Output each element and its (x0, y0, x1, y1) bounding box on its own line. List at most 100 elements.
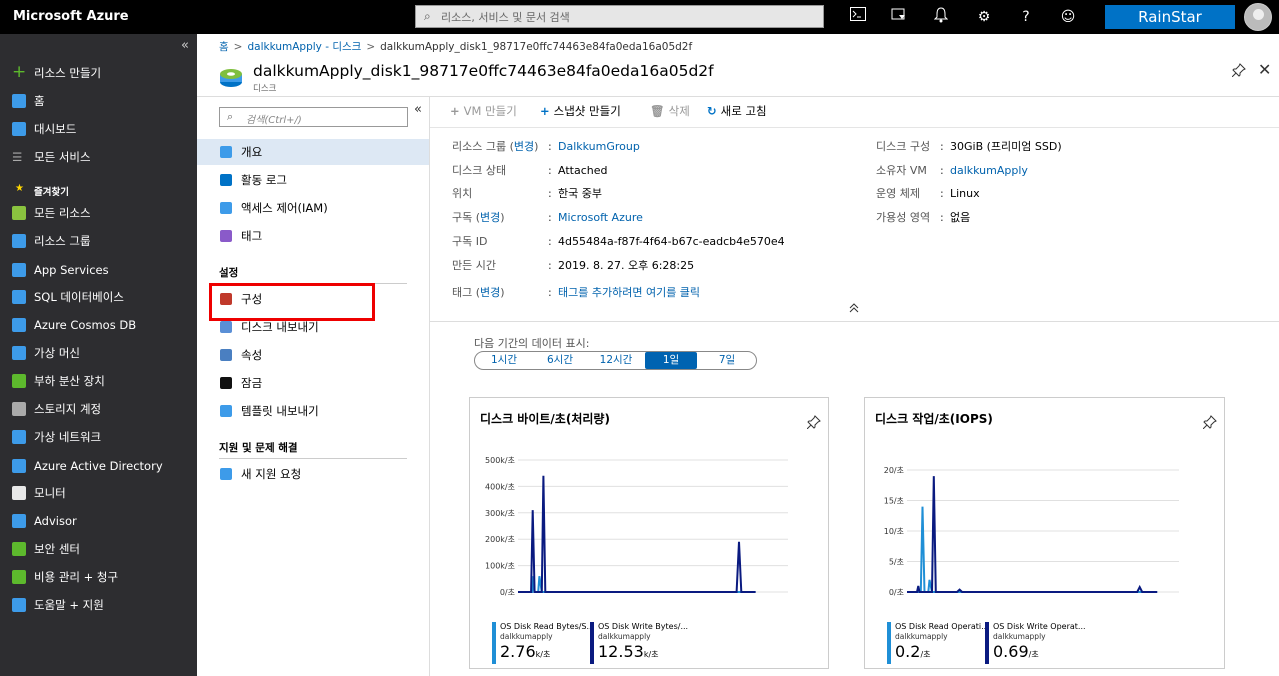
close-icon[interactable]: ✕ (1258, 60, 1271, 79)
resource-menu-search-placeholder: 검색(Ctrl+/) (246, 115, 302, 126)
lock-icon (220, 377, 232, 389)
legend-name: OS Disk Read Bytes/S... (500, 622, 595, 631)
refresh-button[interactable]: ↻ 새로 고침 (707, 103, 767, 119)
change-link[interactable]: 변경 (514, 140, 534, 153)
nav-item-resource-group[interactable]: 리소스 그룹 (0, 230, 197, 252)
legend-resource: dalkkumapply (993, 632, 1046, 641)
nav-item-advisor[interactable]: Advisor (0, 510, 197, 532)
collapse-nav-button[interactable]: « (181, 38, 189, 53)
property-value[interactable]: dalkkumApply (950, 164, 1028, 177)
property-row: 운영 체제: Linux (876, 187, 980, 200)
nav-item-sql[interactable]: SQL 데이터베이스 (0, 286, 197, 308)
property-value: 30GiB (프리미엄 SSD) (950, 140, 1062, 153)
nav-item-label: App Services (34, 263, 109, 277)
pin-icon[interactable] (806, 415, 821, 433)
breadcrumb-parent[interactable]: dalkkumApply - 디스크 (247, 41, 361, 53)
delete-button[interactable]: 🗑 삭제 (650, 103, 690, 119)
dashboard-icon (12, 122, 26, 136)
property-value: Linux (950, 187, 980, 200)
nav-item-vm[interactable]: 가상 머신 (0, 342, 197, 364)
gear-icon[interactable]: ⚙ (974, 7, 994, 27)
collapse-menu-button[interactable]: « (414, 102, 422, 117)
create-vm-button[interactable]: + VM 만들기 (450, 103, 517, 119)
brand-title[interactable]: Microsoft Azure (13, 9, 129, 24)
command-toolbar: + VM 만들기 + 스냅샷 만들기 🗑 삭제 ↻ 새로 고침 (430, 97, 1279, 128)
cost-icon (12, 570, 26, 584)
nav-item-cost[interactable]: 비용 관리 + 청구 (0, 566, 197, 588)
iops-chart-tile[interactable]: 디스크 작업/초(IOPS) 0/초5/초10/초15/초20/초오후 12시오… (864, 397, 1225, 669)
menu-item-label: 템플릿 내보내기 (241, 404, 319, 418)
nav-item-grid[interactable]: 모든 리소스 (0, 202, 197, 224)
y-tick-label: 300k/초 (485, 509, 515, 518)
legend-value: 2.76 (500, 642, 536, 661)
period-option[interactable]: 1일 (645, 352, 697, 369)
directory-filter-icon[interactable] (889, 7, 909, 27)
property-value[interactable]: 태그를 추가하려면 여기를 클릭 (558, 286, 700, 299)
user-account-button[interactable]: RainStar (1105, 5, 1235, 29)
legend-name: OS Disk Write Operat... (993, 622, 1086, 631)
change-link[interactable]: 변경 (480, 211, 500, 224)
nav-item-help-support[interactable]: 도움말 + 지원 (0, 594, 197, 616)
nav-item-home[interactable]: 홈 (0, 90, 197, 112)
menu-item-support-request[interactable]: 새 지원 요청 (197, 461, 429, 487)
property-label: 구독 ID (452, 233, 548, 249)
global-search-input[interactable]: ⌕ 리소스, 서비스 및 문서 검색 (415, 5, 824, 28)
page-title: dalkkumApply_disk1_98717e0ffc74463e84fa0… (253, 62, 714, 80)
nav-item-label: 홈 (34, 94, 45, 108)
nav-item-aad[interactable]: Azure Active Directory (0, 455, 197, 477)
property-value: 2019. 8. 27. 오후 6:28:25 (558, 259, 695, 272)
menu-item-overview[interactable]: 개요 (197, 139, 429, 165)
nav-item-list[interactable]: ☰ 모든 서비스 (0, 146, 197, 168)
nav-item-label: 도움말 + 지원 (34, 598, 104, 612)
legend-color-bar (887, 622, 891, 664)
menu-item-iam[interactable]: 액세스 제어(IAM) (197, 195, 429, 221)
essentials-divider (430, 321, 1279, 322)
menu-item-lock[interactable]: 잠금 (197, 370, 429, 396)
nav-item-security[interactable]: 보안 센터 (0, 538, 197, 560)
period-option[interactable]: 12시간 (591, 352, 641, 369)
nav-item-label: SQL 데이터베이스 (34, 290, 124, 304)
period-option[interactable]: 1시간 (483, 352, 525, 369)
nav-item-vnet[interactable]: 가상 네트워크 (0, 426, 197, 448)
change-link[interactable]: 변경 (480, 286, 500, 299)
legend-value: 12.53 (598, 642, 644, 661)
menu-item-template-export[interactable]: 템플릿 내보내기 (197, 398, 429, 424)
cloud-shell-icon[interactable] (848, 7, 868, 27)
create-snapshot-button[interactable]: + 스냅샷 만들기 (540, 103, 621, 119)
y-tick-label: 500k/초 (485, 456, 515, 465)
storage-icon (12, 402, 26, 416)
nav-item-dashboard[interactable]: 대시보드 (0, 118, 197, 140)
nav-item-load-balancer[interactable]: 부하 분산 장치 (0, 370, 197, 392)
breadcrumb-home[interactable]: 홈 (219, 41, 229, 53)
collapse-essentials-icon[interactable] (849, 303, 859, 316)
iam-icon (220, 202, 232, 214)
bell-icon[interactable] (931, 7, 951, 27)
y-tick-label: 100k/초 (485, 562, 515, 571)
pin-icon[interactable] (1202, 415, 1217, 433)
y-tick-label: 0/초 (889, 588, 904, 597)
nav-item-storage[interactable]: 스토리지 계정 (0, 398, 197, 420)
property-value[interactable]: Microsoft Azure (558, 211, 643, 224)
throughput-chart-tile[interactable]: 디스크 바이트/초(처리량) 0/초 100k/초 200k/초 300k/초 400k… (469, 397, 829, 669)
nav-item-plus[interactable]: + 리소스 만들기 (0, 62, 197, 84)
nav-item-cosmos[interactable]: Azure Cosmos DB (0, 314, 197, 336)
help-icon[interactable]: ? (1016, 7, 1036, 27)
period-option[interactable]: 6시간 (539, 352, 581, 369)
property-label-text: 구독 ID (452, 235, 488, 248)
menu-item-properties[interactable]: 속성 (197, 342, 429, 368)
resource-menu-search-input[interactable]: ⌕ 검색(Ctrl+/) (219, 107, 408, 127)
pin-icon[interactable] (1231, 63, 1246, 81)
smiley-icon[interactable]: ☺ (1058, 7, 1078, 27)
menu-item-tag[interactable]: 태그 (197, 223, 429, 249)
property-value[interactable]: DalkkumGroup (558, 140, 640, 153)
y-tick-label: 400k/초 (485, 482, 515, 491)
avatar[interactable] (1244, 3, 1272, 31)
property-row: 만든 시간:2019. 8. 27. 오후 6:28:25 (452, 259, 695, 272)
template-export-icon (220, 405, 232, 417)
security-icon (12, 542, 26, 556)
nav-item-monitor[interactable]: 모니터 (0, 482, 197, 504)
nav-item-app-services[interactable]: App Services (0, 259, 197, 281)
period-option[interactable]: 7일 (707, 352, 747, 369)
menu-item-activity-log[interactable]: 활동 로그 (197, 167, 429, 193)
property-label: 태그 (변경) (452, 286, 505, 299)
